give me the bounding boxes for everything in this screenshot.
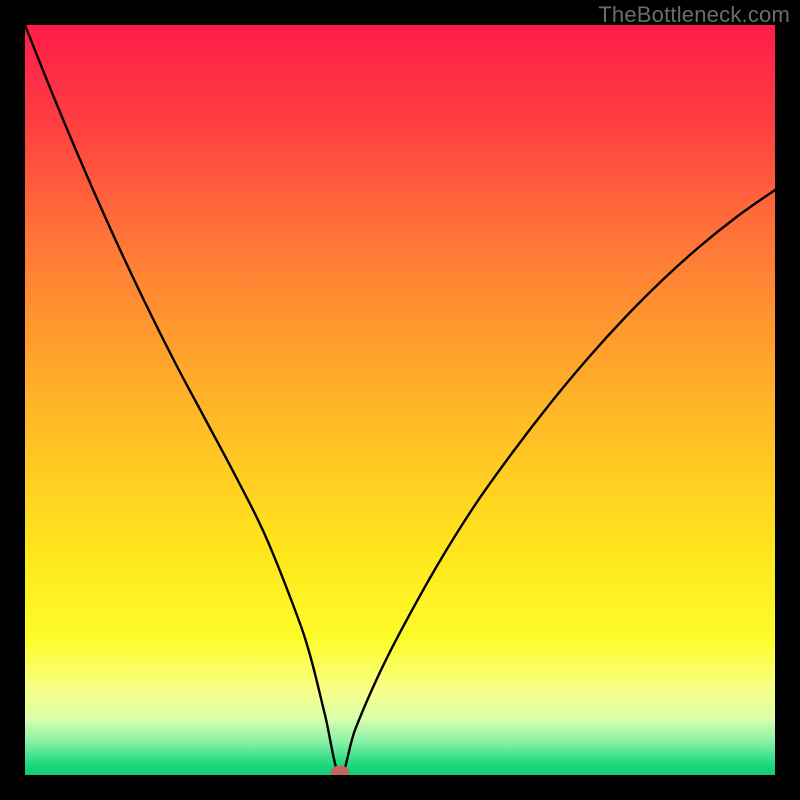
- watermark-label: TheBottleneck.com: [598, 2, 790, 28]
- gradient-background: [25, 25, 775, 775]
- bottleneck-chart: [25, 25, 775, 775]
- chart-frame: TheBottleneck.com: [0, 0, 800, 800]
- plot-area: [25, 25, 775, 775]
